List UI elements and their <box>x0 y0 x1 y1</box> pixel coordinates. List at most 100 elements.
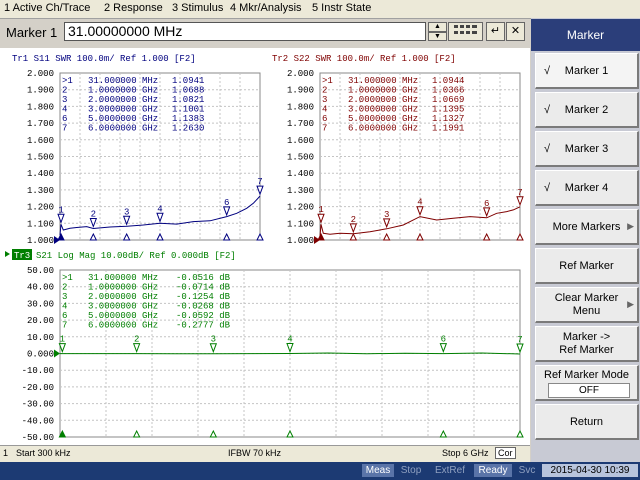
y-tick-label: 1.700 <box>287 119 314 129</box>
marker-row-frequency: 2.0000000 GHz <box>88 292 158 302</box>
menu-instr-state[interactable]: 5 Instr State <box>312 2 371 14</box>
y-tick-label: -40.00 <box>22 416 54 426</box>
y-tick-label: 1.300 <box>27 186 54 196</box>
softkey-marker-to-ref-marker[interactable]: Marker -> Ref Marker <box>535 326 639 362</box>
marker-row-value: 1.0941 <box>172 76 204 86</box>
marker-row-frequency: 2.0000000 GHz <box>348 95 418 105</box>
marker-row-frequency: 6.0000000 GHz <box>348 124 418 134</box>
marker-row-id: 6 <box>62 114 67 124</box>
softkey-clear-marker-menu[interactable]: Clear Marker Menu ▶ <box>535 287 639 323</box>
softkey-marker-1[interactable]: √ Marker 1 <box>535 53 639 89</box>
marker-number: 6 <box>441 335 446 345</box>
marker-row-id: 2 <box>62 86 67 96</box>
marker-row-id: 3 <box>322 95 327 105</box>
marker-row-frequency: 5.0000000 GHz <box>88 114 158 124</box>
softkey-label: Return <box>569 416 604 428</box>
marker-row-value: 1.0669 <box>432 95 464 105</box>
y-tick-label: 1.100 <box>27 219 54 229</box>
marker-row-value: -0.0592 dB <box>176 311 231 321</box>
ifbw[interactable]: IFBW 70 kHz <box>228 448 281 458</box>
softkey-ref-marker-mode[interactable]: Ref Marker Mode OFF <box>535 365 639 401</box>
y-tick-label: 1.700 <box>27 119 54 129</box>
y-tick-label: -20.00 <box>22 383 54 393</box>
softkey-marker-3[interactable]: √ Marker 3 <box>535 131 639 167</box>
spin-down-icon[interactable]: ▼ <box>428 32 447 41</box>
softkey-return[interactable]: Return <box>535 404 639 440</box>
active-trace-arrow-icon <box>5 251 10 257</box>
marker-row-frequency: 6.0000000 GHz <box>88 124 158 134</box>
softkey-marker-2[interactable]: √ Marker 2 <box>535 92 639 128</box>
marker-number: 1 <box>58 205 63 215</box>
marker-row-value: 1.0688 <box>172 86 204 96</box>
enter-icon[interactable]: ↵ <box>486 22 505 41</box>
chart-3: Tr3 S21 Log Mag 10.00dB/ Ref 0.000dB [F2]… <box>5 249 524 443</box>
marker-row-frequency: 3.0000000 GHz <box>348 105 418 115</box>
channel-status-bar: 1 Start 300 kHz IFBW 70 kHz Stop 6 GHz C… <box>0 445 530 462</box>
y-tick-label: 2.000 <box>27 69 54 79</box>
menu-stimulus[interactable]: 3 Stimulus <box>172 2 223 14</box>
marker-row-frequency: 31.000000 MHz <box>88 273 158 283</box>
softkey-label: Marker 2 <box>564 104 609 116</box>
softkey-label: Marker -> Ref Marker <box>559 331 614 356</box>
ready-indicator: Ready <box>474 464 512 477</box>
softkey-ref-marker[interactable]: Ref Marker <box>535 248 639 284</box>
marker-row-value: 1.1327 <box>432 114 464 124</box>
marker-row-id: 6 <box>62 311 67 321</box>
marker-number: 2 <box>351 215 356 225</box>
y-tick-label: -50.00 <box>22 433 54 443</box>
marker-row-frequency: 1.0000000 GHz <box>88 283 158 293</box>
marker-row-value: -0.1254 dB <box>176 292 231 302</box>
y-tick-label: 1.300 <box>287 186 314 196</box>
chart-title: Tr2 S22 SWR 100.0m/ Ref 1.000 [F2] <box>272 54 456 64</box>
softkey-label: Ref Marker Mode <box>544 369 629 381</box>
trace-line <box>60 352 521 355</box>
marker-number: 3 <box>124 207 129 217</box>
y-tick-label: 1.200 <box>287 203 314 213</box>
softkey-label: More Markers <box>552 221 621 233</box>
y-tick-label: 1.400 <box>287 169 314 179</box>
spin-up-icon[interactable]: ▲ <box>428 22 447 32</box>
marker-row-frequency: 1.0000000 GHz <box>88 86 158 96</box>
submenu-arrow-icon: ▶ <box>627 221 634 231</box>
chart-title: Tr1 S11 SWR 100.0m/ Ref 1.000 [F2] <box>12 54 196 64</box>
y-tick-label: 1.500 <box>27 153 54 163</box>
channel-number: 1 <box>3 448 9 458</box>
close-icon[interactable]: ✕ <box>506 22 525 41</box>
marker-row-id: 4 <box>62 302 67 312</box>
softkey-marker-4[interactable]: √ Marker 4 <box>535 170 639 206</box>
trace-label: Tr3 <box>14 251 30 261</box>
softkey-label: Marker 4 <box>564 182 609 194</box>
softkey-more-markers[interactable]: More Markers ▶ <box>535 209 639 245</box>
marker-row-id: 2 <box>62 283 67 293</box>
marker-row-value: 1.1383 <box>172 114 204 124</box>
start-frequency[interactable]: Start 300 kHz <box>16 448 71 458</box>
y-tick-label: 1.500 <box>287 153 314 163</box>
marker-number: 3 <box>384 210 389 220</box>
marker-row-value: -0.2777 dB <box>176 321 231 331</box>
softkey-menu-title: Marker <box>531 19 640 51</box>
extref-indicator: ExtRef <box>434 465 465 476</box>
numeric-keypad-icon[interactable] <box>448 22 483 41</box>
y-tick-label: -30.00 <box>22 400 54 410</box>
marker-row-id: 4 <box>62 105 67 115</box>
y-tick-label: 1.800 <box>287 102 314 112</box>
marker-frequency-input[interactable]: 31.00000000 MHz <box>64 22 426 41</box>
menu-mkr-analysis[interactable]: 4 Mkr/Analysis <box>230 2 302 14</box>
marker-row-value: 1.2630 <box>172 124 204 134</box>
marker-row-id: 4 <box>322 105 327 115</box>
marker-row-id: 7 <box>62 321 67 331</box>
marker-row-frequency: 2.0000000 GHz <box>88 95 158 105</box>
marker-row-frequency: 5.0000000 GHz <box>88 311 158 321</box>
marker-number: 4 <box>287 335 292 345</box>
y-tick-label: 40.00 <box>27 283 54 293</box>
y-tick-label: 10.00 <box>27 333 54 343</box>
y-tick-label: 1.100 <box>287 219 314 229</box>
meas-indicator: Meas <box>362 464 394 477</box>
softkey-label: Clear Marker Menu <box>554 292 619 317</box>
marker-row-id: >1 <box>322 76 333 86</box>
instrument-status-bar: Meas Stop ExtRef Ready Svc 2015-04-30 10… <box>0 462 640 480</box>
menu-active-ch-trace[interactable]: 1 Active Ch/Trace <box>4 2 90 14</box>
stop-frequency[interactable]: Stop 6 GHz <box>442 448 489 458</box>
menu-response[interactable]: 2 Response <box>104 2 163 14</box>
softkey-label: Marker 3 <box>564 143 609 155</box>
